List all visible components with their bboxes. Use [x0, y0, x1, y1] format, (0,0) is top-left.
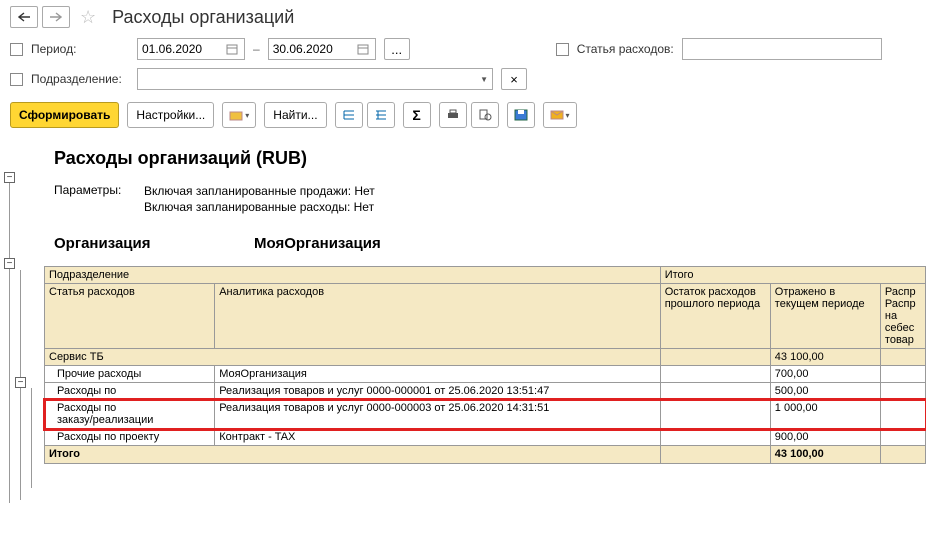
- date-separator: –: [253, 42, 260, 56]
- find-label: Найти...: [273, 108, 317, 122]
- chevron-down-icon: ▾: [245, 111, 249, 120]
- department-checkbox[interactable]: [10, 73, 23, 86]
- chevron-down-icon: ▼: [480, 75, 488, 84]
- sigma-icon: Σ: [412, 107, 420, 123]
- calendar-icon[interactable]: [355, 41, 371, 57]
- favorite-star-icon[interactable]: ☆: [74, 7, 102, 28]
- email-button[interactable]: ▾: [543, 102, 577, 128]
- table-row: Прочие расходы МояОрганизация 700,00: [45, 366, 926, 383]
- group-row: Сервис ТБ 43 100,00: [45, 349, 926, 366]
- table-row: Расходы по Реализация товаров и услуг 00…: [45, 383, 926, 400]
- expense-item-checkbox[interactable]: [556, 43, 569, 56]
- expense-item-input[interactable]: [682, 38, 882, 60]
- collapse-icon: [374, 109, 388, 121]
- date-to-input[interactable]: 30.06.2020: [268, 38, 376, 60]
- outline-toggle[interactable]: −: [4, 258, 15, 269]
- table-row-highlighted: Расходы по заказу/реализации Реализация …: [45, 400, 926, 429]
- outline-toggle[interactable]: −: [4, 172, 15, 183]
- col-distrib: Распр Распр на себес товар: [880, 284, 925, 349]
- settings-button[interactable]: Настройки...: [127, 102, 214, 128]
- preview-button[interactable]: [471, 102, 499, 128]
- calendar-icon[interactable]: [224, 41, 240, 57]
- date-from-input[interactable]: 01.06.2020: [137, 38, 245, 60]
- col-analytics: Аналитика расходов: [215, 284, 661, 349]
- folder-icon: [229, 109, 243, 121]
- nav-back-button[interactable]: [10, 6, 38, 28]
- col-department: Подразделение: [45, 267, 661, 284]
- chevron-down-icon: ▾: [566, 111, 570, 120]
- outline-column: − − −: [0, 140, 44, 464]
- org-value: МояОрганизация: [254, 235, 381, 252]
- report-table: Подразделение Итого Статья расходов Анал…: [44, 266, 926, 464]
- mail-icon: [550, 110, 564, 120]
- settings-label: Настройки...: [136, 108, 205, 122]
- date-to-value: 30.06.2020: [273, 42, 333, 56]
- floppy-icon: [514, 109, 528, 121]
- params-values: Включая запланированные продажи: Нет Вкл…: [144, 183, 375, 215]
- expand-icon: [342, 109, 356, 121]
- page-magnifier-icon: [478, 109, 492, 121]
- col-total: Итого: [660, 267, 925, 284]
- department-input[interactable]: ▼: [137, 68, 493, 90]
- page-title: Расходы организаций: [106, 7, 294, 28]
- expense-item-label: Статья расходов:: [577, 42, 674, 56]
- report-title: Расходы организаций (RUB): [44, 140, 926, 179]
- collapse-all-button[interactable]: [367, 102, 395, 128]
- department-clear-button[interactable]: ×: [501, 68, 527, 90]
- col-prev-balance: Остаток расходов прошлого периода: [660, 284, 770, 349]
- printer-icon: [446, 109, 460, 121]
- params-label: Параметры:: [54, 183, 144, 215]
- variants-button[interactable]: ▾: [222, 102, 256, 128]
- department-label: Подразделение:: [31, 72, 129, 86]
- period-checkbox[interactable]: [10, 43, 23, 56]
- arrow-left-icon: [18, 12, 30, 22]
- table-row: Расходы по проекту Контракт - TAX 900,00: [45, 429, 926, 446]
- sum-button[interactable]: Σ: [403, 102, 431, 128]
- period-picker-button[interactable]: ...: [384, 38, 410, 60]
- org-label: Организация: [54, 235, 254, 252]
- col-reflected: Отражено в текущем периоде: [770, 284, 880, 349]
- date-from-value: 01.06.2020: [142, 42, 202, 56]
- arrow-right-icon: [50, 12, 62, 22]
- expand-all-button[interactable]: [335, 102, 363, 128]
- period-label: Период:: [31, 42, 129, 56]
- find-button[interactable]: Найти...: [264, 102, 326, 128]
- total-row: Итого 43 100,00: [45, 446, 926, 464]
- generate-label: Сформировать: [19, 108, 110, 122]
- print-button[interactable]: [439, 102, 467, 128]
- save-button[interactable]: [507, 102, 535, 128]
- outline-toggle[interactable]: −: [15, 377, 26, 388]
- nav-forward-button[interactable]: [42, 6, 70, 28]
- generate-button[interactable]: Сформировать: [10, 102, 119, 128]
- col-expense-item: Статья расходов: [45, 284, 215, 349]
